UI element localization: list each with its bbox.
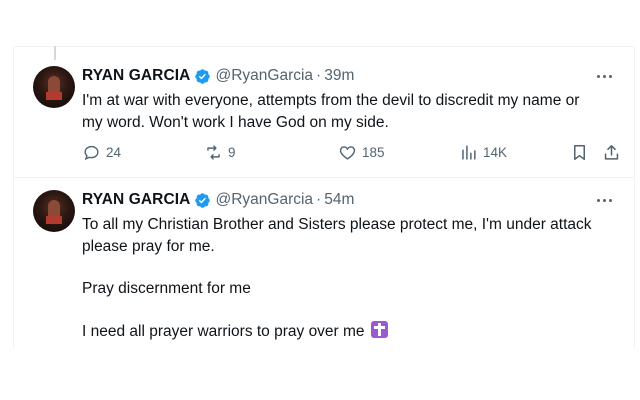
reply-count: 24	[106, 145, 122, 160]
share-button[interactable]	[602, 143, 626, 162]
more-options-icon[interactable]	[596, 68, 614, 84]
thread-connector	[54, 46, 56, 60]
tweet-text-line: Pray discernment for me	[82, 280, 251, 297]
reply-button[interactable]: 24	[82, 143, 121, 162]
author-name[interactable]: RYAN GARCIA	[82, 191, 190, 209]
repost-button[interactable]: 9	[204, 143, 236, 162]
tweet[interactable]: RYAN GARCIA @RyanGarcia · 39m I'm at war…	[14, 46, 634, 178]
tweet-feed: RYAN GARCIA @RyanGarcia · 39m I'm at war…	[13, 46, 635, 348]
tweet-header: RYAN GARCIA @RyanGarcia · 39m	[82, 66, 354, 86]
views-button[interactable]: 14K	[459, 143, 507, 162]
tweet-timestamp[interactable]: 54m	[324, 191, 354, 209]
repost-icon	[207, 145, 220, 160]
author-handle[interactable]: @RyanGarcia	[215, 67, 313, 85]
tweet-text-line: my word. Won't work I have God on my sid…	[82, 113, 389, 131]
tweet-actions: 24 9 185 14K	[82, 143, 622, 163]
tweet[interactable]: RYAN GARCIA @RyanGarcia · 54m To all my …	[14, 178, 634, 348]
avatar[interactable]	[33, 190, 75, 232]
like-count: 185	[362, 145, 385, 160]
author-name[interactable]: RYAN GARCIA	[82, 67, 190, 85]
bookmark-icon	[573, 145, 586, 160]
separator-dot: ·	[316, 191, 322, 208]
author-handle[interactable]: @RyanGarcia	[215, 191, 313, 209]
avatar[interactable]	[33, 66, 75, 108]
reply-icon	[84, 145, 99, 161]
tweet-timestamp[interactable]: 39m	[324, 67, 354, 85]
bookmark-button[interactable]	[570, 143, 594, 162]
avatar-trunks	[46, 216, 62, 224]
separator-dot: ·	[316, 67, 322, 84]
latin-cross-emoji	[370, 320, 388, 338]
tweet-text-line: please pray for me.	[82, 237, 215, 255]
like-button[interactable]: 185	[338, 143, 385, 162]
like-icon	[339, 146, 356, 160]
tweet-header: RYAN GARCIA @RyanGarcia · 54m	[82, 190, 354, 210]
tweet-text-line: I need all prayer warriors to pray over …	[82, 322, 365, 340]
verified-badge-icon[interactable]	[194, 192, 211, 209]
more-options-icon[interactable]	[596, 192, 614, 208]
tweet-text: I'm at war with everyone, attempts from …	[82, 90, 622, 133]
tweet-text-line: To all my Christian Brother and Sisters …	[82, 216, 592, 233]
verified-badge-icon[interactable]	[194, 68, 211, 85]
share-icon	[604, 145, 619, 160]
tweet-text-line: I'm at war with everyone, attempts from …	[82, 92, 580, 109]
view-count: 14K	[483, 145, 508, 160]
tweet-text: To all my Christian Brother and Sisters …	[82, 214, 622, 342]
repost-count: 9	[228, 145, 236, 160]
views-icon	[462, 145, 476, 160]
avatar-trunks	[46, 92, 62, 100]
